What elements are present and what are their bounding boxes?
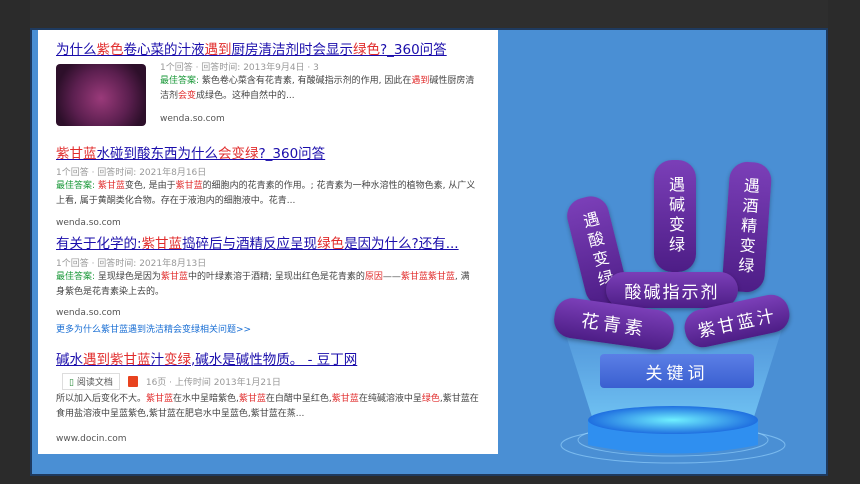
title-segment: 紫甘蓝 xyxy=(141,236,183,252)
snippet-segment: 在纯碱溶液中呈 xyxy=(358,394,422,404)
result-url-1[interactable]: wenda.so.com xyxy=(160,114,225,124)
snippet-segment: 中的叶绿素溶于酒精; 呈现出红色是花青素的 xyxy=(187,272,365,282)
title-segment: 绿色 xyxy=(317,236,345,252)
snippet-segment: 变色, 是由于 xyxy=(124,181,176,191)
top-dark-band xyxy=(0,0,860,28)
snippet-segment: 紫甘蓝 xyxy=(175,181,203,191)
snippet-segment: 呈现绿色是因为 xyxy=(97,272,161,282)
title-segment: 遇到 xyxy=(83,352,110,368)
snippet-segment: 最佳答案: xyxy=(56,272,98,282)
pill-meet-base: 遇碱变绿 xyxy=(654,160,696,272)
title-segment: 紫色 xyxy=(96,42,124,58)
result-snippet-1: 最佳答案: 紫色卷心菜含有花青素, 有酸碱指示剂的作用, 因此在遇到碱性厨房清洁… xyxy=(160,74,480,104)
result-url-4[interactable]: www.docin.com xyxy=(56,434,127,444)
title-segment: 为什么 xyxy=(56,42,97,58)
title-segment: 水碰到酸东西为什么 xyxy=(96,146,219,162)
red-cabbage-thumbnail[interactable] xyxy=(56,64,146,126)
snippet-segment: 原因 xyxy=(364,272,383,282)
keyword-label: 关键词 xyxy=(600,354,754,388)
search-results-panel: 为什么紫色卷心菜的汁液遇到厨房清洁剂时会显示绿色?_360问答 1个回答 · 回… xyxy=(38,30,498,454)
result-meta-3: 1个回答 · 回答时间: 2021年8月13日 xyxy=(56,259,207,269)
snippet-segment: 紫甘蓝 xyxy=(160,272,188,282)
snippet-segment: 紫色卷心菜含有花青素, 有酸碱指示剂的作用, 因此在 xyxy=(201,76,412,86)
snippet-segment: 所以加入后变化不大。 xyxy=(56,394,147,404)
result-meta-2: 1个回答 · 回答时间: 2021年8月16日 xyxy=(56,168,207,178)
title-segment: 变绿 xyxy=(164,352,191,368)
title-segment: 捣碎后与酒精反应呈现 xyxy=(182,236,318,252)
title-segment: 汁 xyxy=(150,352,165,368)
snippet-segment: 紫甘蓝 xyxy=(146,394,174,404)
result-url-2[interactable]: wenda.so.com xyxy=(56,218,121,228)
document-icon: ▯ xyxy=(69,378,74,388)
title-segment: 遇到 xyxy=(204,42,232,58)
snippet-segment: 遇到 xyxy=(411,76,430,86)
right-dark-band xyxy=(828,0,860,484)
title-segment: 卷心菜的汁液 xyxy=(123,42,205,58)
snippet-segment: 紫甘蓝 xyxy=(238,394,266,404)
read-doc-button[interactable]: ▯ 阅读文档 xyxy=(62,373,120,390)
title-segment: 绿色 xyxy=(353,42,380,58)
more-related-questions-link[interactable]: 更多为什么紫甘蓝遇到洗洁精会变绿相关问题>> xyxy=(56,322,251,335)
doc-meta-row: ▯ 阅读文档 16页 · 上传时间 2013年1月21日 xyxy=(62,373,281,390)
title-segment: 是因为什么?还有... xyxy=(344,236,459,252)
pdf-icon xyxy=(127,376,138,387)
title-segment: ?_360问答 xyxy=(258,146,326,162)
result-title-4[interactable]: 碱水遇到紫甘蓝汁变绿,碱水是碱性物质。 - 豆丁网 xyxy=(56,348,357,368)
result-snippet-3: 最佳答案: 呈现绿色是因为紫甘蓝中的叶绿素溶于酒精; 呈现出红色是花青素的原因—… xyxy=(56,270,476,300)
title-segment: 紫甘蓝 xyxy=(110,352,151,368)
title-segment: 有关于化学的: xyxy=(56,236,142,252)
snippet-segment: 紫甘蓝紫甘蓝 xyxy=(400,272,455,282)
left-dark-band xyxy=(0,0,30,484)
pill-indicator: 酸碱指示剂 xyxy=(606,272,738,308)
snippet-segment: 紫甘蓝 xyxy=(331,394,359,404)
snippet-segment: 会变 xyxy=(178,91,197,101)
result-meta-1: 1个回答 · 回答时间: 2013年9月4日 · 3 xyxy=(160,63,319,73)
title-segment: 会变绿 xyxy=(218,146,259,162)
snippet-segment: 最佳答案: xyxy=(160,76,202,86)
snippet-segment: —— xyxy=(382,272,401,282)
title-segment: ?_360问答 xyxy=(380,42,447,58)
result-snippet-2: 最佳答案: 紫甘蓝变色, 是由于紫甘蓝的细胞内的花青素的作用。; 花青素为一种水… xyxy=(56,179,476,209)
snippet-segment: 在白醋中呈红色, xyxy=(265,394,332,404)
result-snippet-4: 所以加入后变化不大。紫甘蓝在水中呈暗紫色,紫甘蓝在白醋中呈红色,紫甘蓝在纯碱溶液… xyxy=(56,392,484,422)
result-meta-4: 16页 · 上传时间 2013年1月21日 xyxy=(145,378,281,388)
title-segment: 碱水 xyxy=(56,352,83,368)
snippet-segment: 绿色 xyxy=(421,394,440,404)
result-title-1[interactable]: 为什么紫色卷心菜的汁液遇到厨房清洁剂时会显示绿色?_360问答 xyxy=(56,38,447,58)
title-segment: 厨房清洁剂时会显示 xyxy=(231,42,354,58)
title-segment: ,碱水是碱性物质。 - 豆丁网 xyxy=(191,352,358,368)
title-segment: 紫甘蓝 xyxy=(56,146,97,162)
snippet-segment: 最佳答案: xyxy=(56,181,98,191)
result-url-3[interactable]: wenda.so.com xyxy=(56,308,121,318)
snippet-segment: 紫甘蓝 xyxy=(97,181,125,191)
result-title-3[interactable]: 有关于化学的:紫甘蓝捣碎后与酒精反应呈现绿色是因为什么?还有... xyxy=(56,232,459,252)
podium-top xyxy=(588,406,758,434)
snippet-segment: 在水中呈暗紫色, xyxy=(173,394,239,404)
snippet-segment: 成绿色。这种自然中的... xyxy=(196,91,295,101)
result-title-2[interactable]: 紫甘蓝水碰到酸东西为什么会变绿?_360问答 xyxy=(56,142,325,162)
